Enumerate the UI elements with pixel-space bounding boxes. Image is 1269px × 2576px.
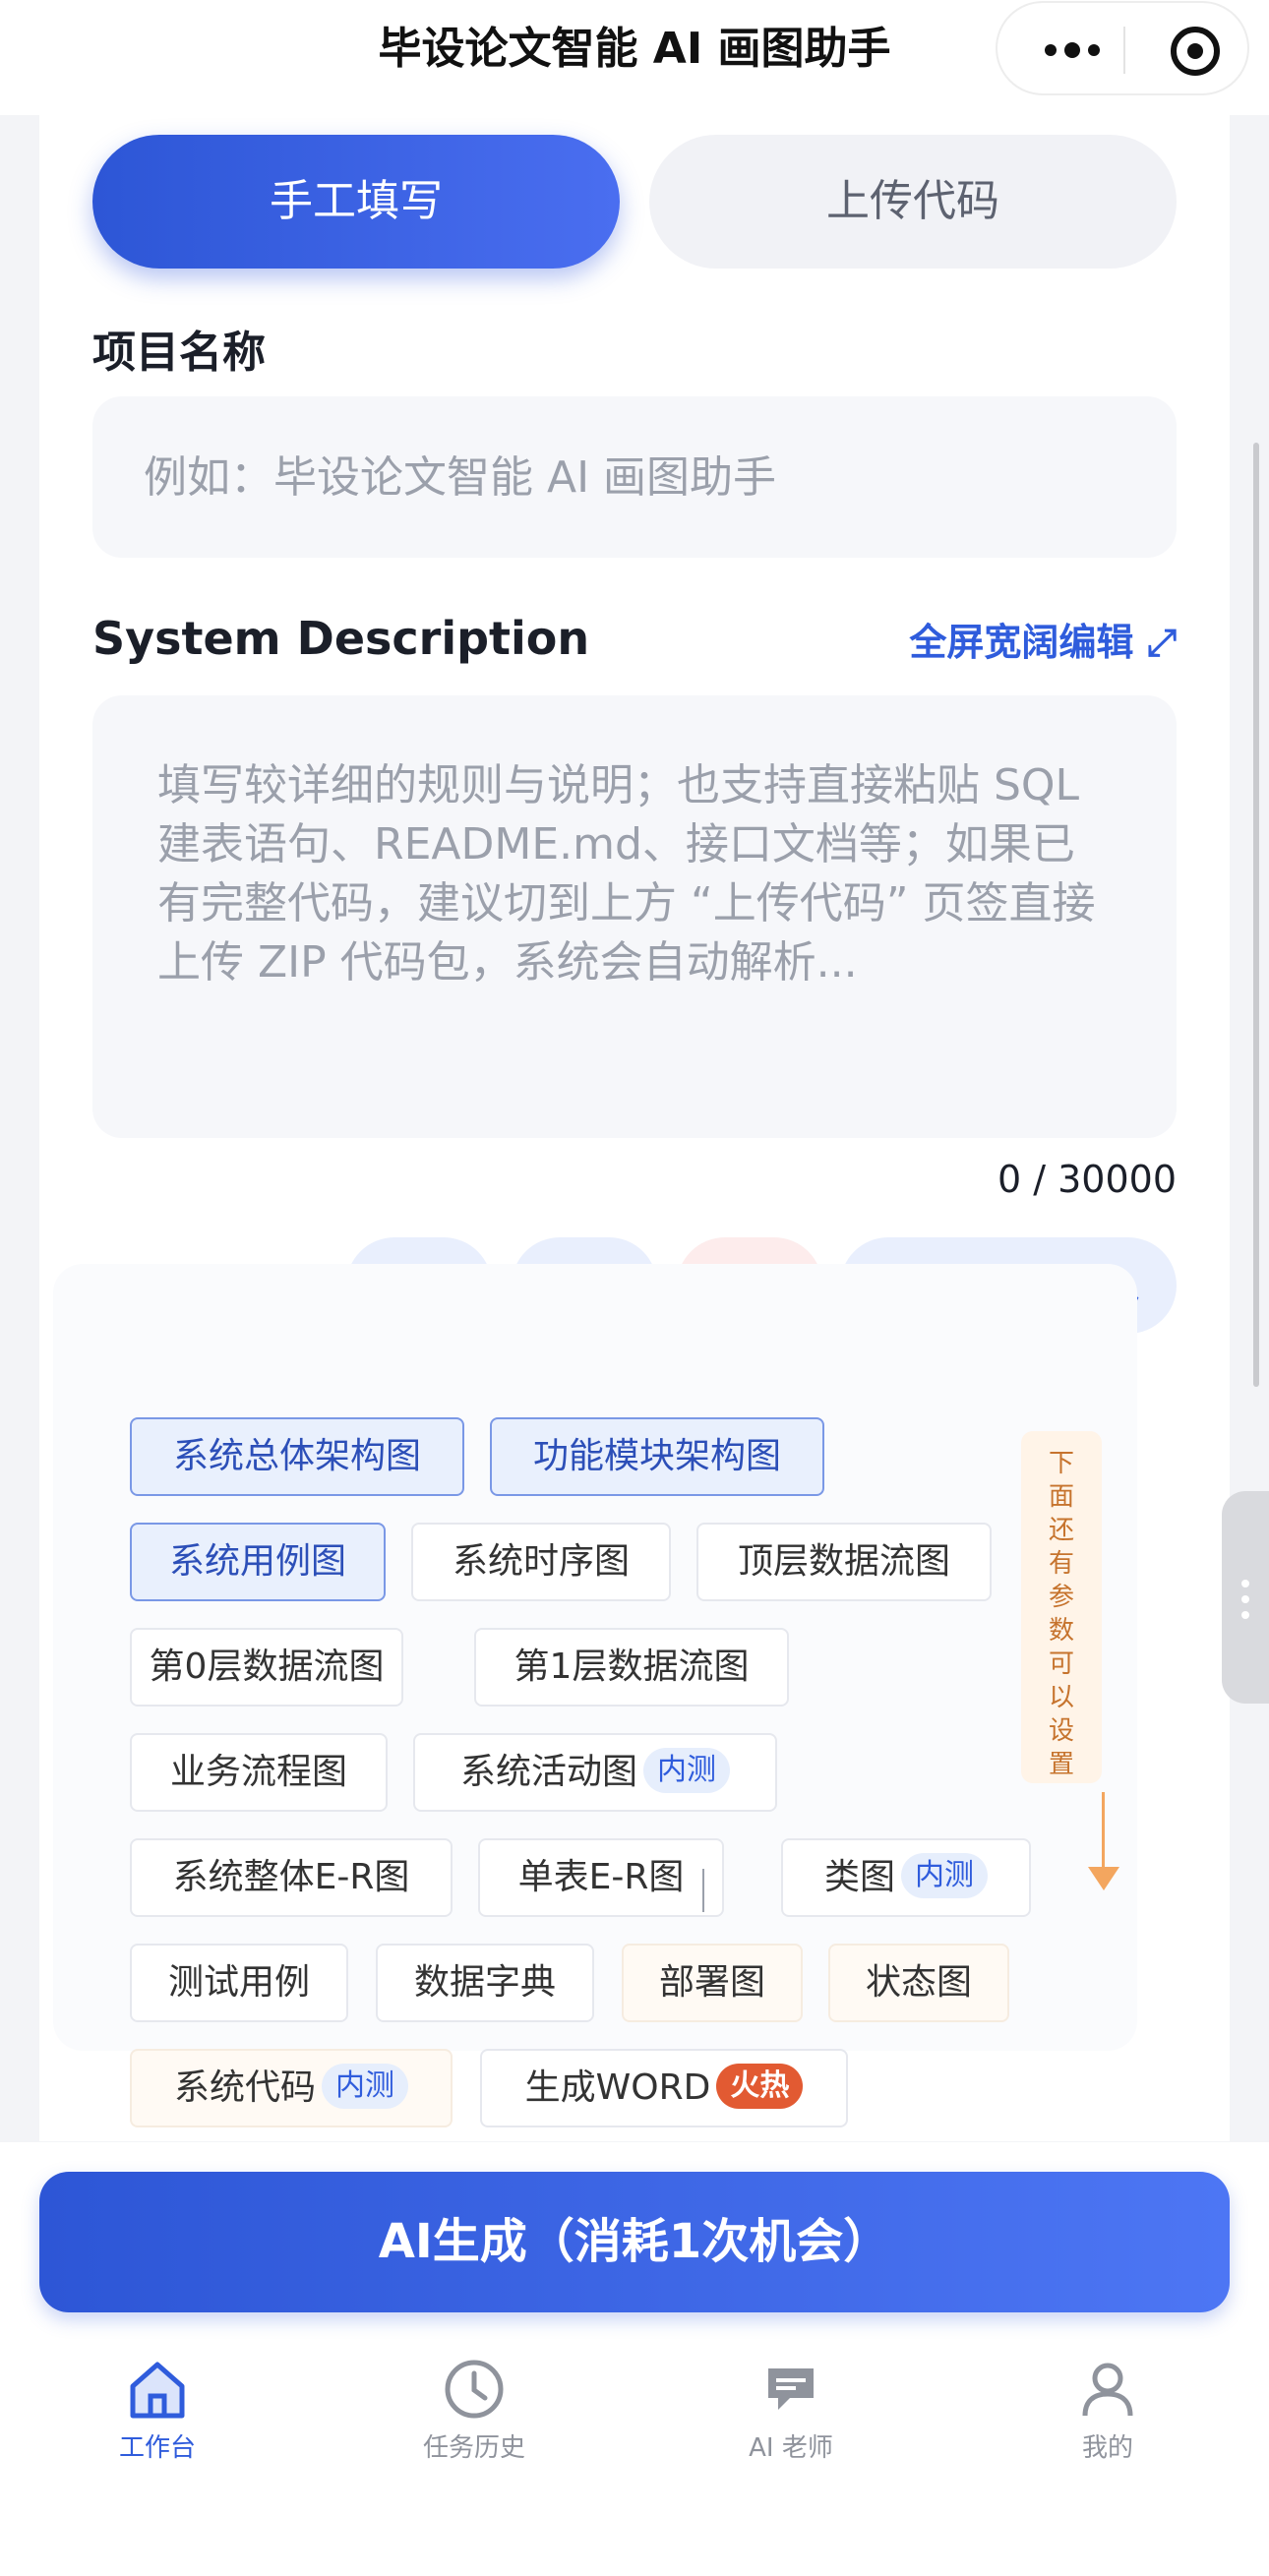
hint-char: 参	[1048, 1583, 1074, 1612]
bottom-area: AI生成（消耗1次机会） 工作台 任务历史 AI 老师 我的	[0, 2142, 1269, 2576]
chip-label: 第0层数据流图	[149, 1647, 385, 1687]
tabbar-profile[interactable]: 我的	[1009, 2359, 1206, 2477]
hint-char: 设	[1048, 1716, 1074, 1746]
project-name-input[interactable]	[92, 396, 1177, 558]
fullscreen-edit-link[interactable]: 全屏宽阔编辑 ⤢	[909, 612, 1177, 666]
hint-char: 以	[1048, 1683, 1074, 1712]
chip-label: 第1层数据流图	[514, 1647, 750, 1687]
chip-single-table-er[interactable]: 单表E-R图	[478, 1838, 724, 1917]
project-name-label: 项目名称	[92, 328, 266, 378]
page-scrollbar[interactable]	[1253, 443, 1259, 1387]
tabbar-workbench[interactable]: 工作台	[59, 2359, 256, 2477]
chip-label: 生成WORD	[524, 2067, 711, 2108]
home-icon	[130, 2362, 185, 2419]
more-options-icon[interactable]	[1033, 3, 1112, 97]
tabbar-label: 工作台	[118, 2433, 196, 2463]
hint-char: 置	[1048, 1750, 1074, 1779]
chip-system-code[interactable]: 系统代码 内测	[130, 2049, 453, 2127]
down-arrow-head-icon	[1088, 1867, 1119, 1890]
more-params-hint: 下 面 还 有 参 数 可 以 设 置	[1021, 1431, 1102, 1783]
chip-level0-dfd[interactable]: 第0层数据流图	[130, 1628, 403, 1707]
hint-char: 下	[1048, 1449, 1074, 1478]
tabbar-label: 我的	[1081, 2433, 1133, 2463]
chip-class[interactable]: 类图 内测	[781, 1838, 1031, 1917]
chip-label: 顶层数据流图	[737, 1541, 950, 1582]
chat-icon	[768, 2368, 814, 2410]
chip-activity[interactable]: 系统活动图 内测	[413, 1733, 777, 1812]
system-description-textarea[interactable]: 填写较详细的规则与说明；也支持直接粘贴 SQL 建表语句、README.md、接…	[92, 695, 1177, 1138]
chip-sequence[interactable]: 系统时序图	[411, 1523, 671, 1601]
chip-data-dictionary[interactable]: 数据字典	[376, 1944, 594, 2022]
hint-char: 有	[1048, 1549, 1074, 1579]
chip-label: 业务流程图	[169, 1752, 347, 1792]
chip-label: 系统总体架构图	[172, 1436, 421, 1476]
chip-label: 系统时序图	[452, 1541, 630, 1582]
beta-badge: 内测	[643, 1748, 730, 1793]
system-description-label: System Description	[92, 612, 590, 665]
textarea-placeholder: 填写较详细的规则与说明；也支持直接粘贴 SQL 建表语句、README.md、接…	[157, 760, 1096, 988]
chip-business-flow[interactable]: 业务流程图	[130, 1733, 388, 1812]
chip-label: 测试用例	[167, 1962, 310, 2003]
down-arrow-icon	[1102, 1792, 1105, 1871]
chip-separator	[702, 1869, 704, 1912]
chip-label: 数据字典	[413, 1962, 556, 2003]
chip-label: 系统代码	[173, 2067, 316, 2108]
top-nav-bar: 毕设论文智能 AI 画图助手	[0, 0, 1269, 115]
beta-badge: 内测	[322, 2064, 408, 2109]
chip-function-module-architecture[interactable]: 功能模块架构图	[490, 1417, 824, 1496]
miniprogram-capsule	[996, 1, 1249, 95]
chip-test-case[interactable]: 测试用例	[130, 1944, 348, 2022]
hot-badge: 火热	[716, 2064, 804, 2109]
chip-use-case[interactable]: 系统用例图	[130, 1523, 386, 1601]
tabbar-label: 任务历史	[422, 2433, 525, 2463]
hint-char: 可	[1048, 1649, 1074, 1679]
side-drawer-handle[interactable]	[1222, 1491, 1269, 1704]
chip-label: 系统活动图	[459, 1752, 637, 1792]
chip-label: 功能模块架构图	[532, 1436, 781, 1476]
clock-icon	[445, 2360, 504, 2419]
chip-label: 系统整体E-R图	[172, 1857, 410, 1897]
chip-overall-er[interactable]: 系统整体E-R图	[130, 1838, 453, 1917]
capsule-divider	[1123, 27, 1125, 74]
tabbar-task-history[interactable]: 任务历史	[376, 2359, 573, 2477]
chip-generate-word[interactable]: 生成WORD 火热	[480, 2049, 848, 2127]
chip-label: 部署图	[658, 1962, 765, 2003]
tabbar-label: AI 老师	[749, 2433, 833, 2463]
beta-badge: 内测	[901, 1853, 988, 1898]
tabbar-ai-teacher[interactable]: AI 老师	[693, 2359, 889, 2477]
chip-deployment[interactable]: 部署图	[622, 1944, 803, 2022]
close-miniprogram-icon[interactable]	[1171, 27, 1220, 76]
hint-char: 还	[1048, 1516, 1074, 1545]
chip-label: 系统用例图	[168, 1541, 346, 1582]
chip-label: 单表E-R图	[517, 1857, 685, 1897]
chip-system-architecture[interactable]: 系统总体架构图	[130, 1417, 464, 1496]
char-counter: 0 / 30000	[997, 1158, 1177, 1201]
chip-top-dfd[interactable]: 顶层数据流图	[696, 1523, 992, 1601]
chip-state[interactable]: 状态图	[828, 1944, 1009, 2022]
chip-label: 类图	[823, 1857, 895, 1897]
chip-label: 状态图	[865, 1962, 972, 2003]
tab-manual-input[interactable]: 手工填写	[92, 135, 620, 269]
user-icon	[1082, 2363, 1133, 2417]
tab-upload-code[interactable]: 上传代码	[649, 135, 1177, 269]
hint-char: 数	[1048, 1616, 1074, 1646]
ai-generate-button[interactable]: AI生成（消耗1次机会）	[39, 2172, 1230, 2312]
chip-level1-dfd[interactable]: 第1层数据流图	[474, 1628, 789, 1707]
hint-char: 面	[1048, 1482, 1074, 1512]
